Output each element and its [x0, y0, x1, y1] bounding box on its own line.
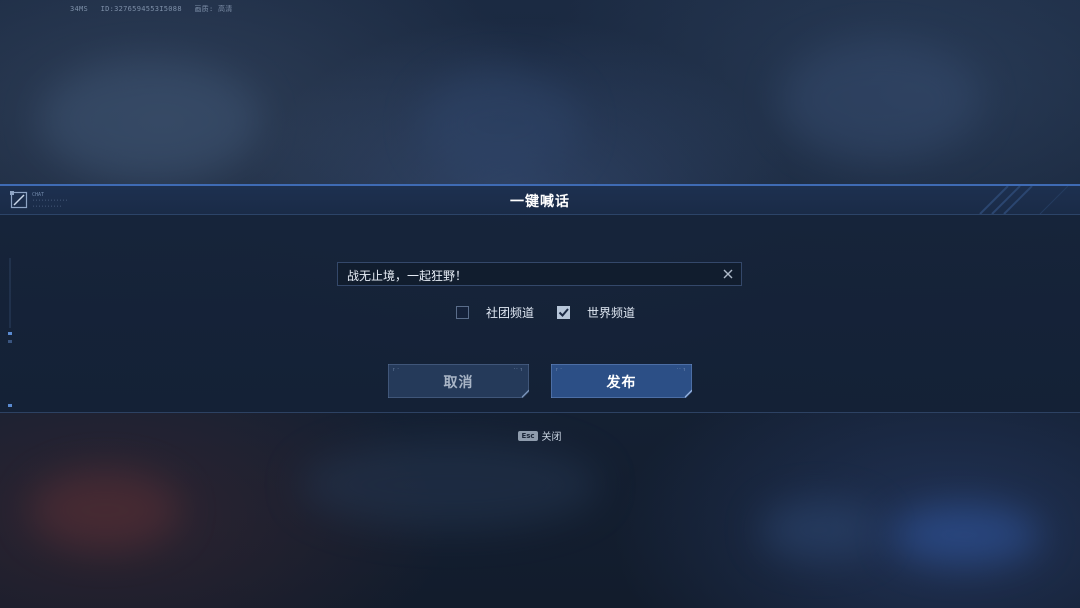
hud-status: 34MS ID:3276594553I5088 画质: 高清: [70, 4, 241, 14]
background-blur: [780, 40, 980, 160]
ping-readout: 34MS: [70, 5, 89, 13]
world-channel-label: 世界频道: [587, 305, 636, 320]
dialog-header: CHAT ············ ·········· 一键喊话: [0, 186, 1080, 215]
esc-close-label: 关闭: [541, 432, 562, 443]
club-channel-checkbox[interactable]: [456, 305, 469, 319]
background-blur: [890, 505, 1040, 565]
publish-button-corner-mark: ┌ ·: [555, 366, 563, 371]
message-input-value[interactable]: 战无止境，一起狂野！: [347, 267, 467, 284]
background-blur: [760, 500, 880, 560]
esc-key-badge: Esc: [518, 430, 538, 441]
club-channel-label: 社团频道: [486, 305, 535, 320]
message-input[interactable]: 战无止境，一起狂野！: [337, 262, 742, 286]
esc-close-hint[interactable]: Esc 关闭: [0, 428, 1080, 443]
user-id: ID:3276594553I5088: [100, 5, 182, 13]
club-channel-option[interactable]: 社团频道: [456, 304, 534, 320]
cancel-button-corner-mark: ·· ┐: [513, 366, 523, 371]
game-screen: 34MS ID:3276594553I5088 画质: 高清 CHAT ····…: [0, 0, 1080, 608]
dialog-title: 一键喊话: [510, 194, 570, 210]
background-blur: [40, 60, 260, 180]
publish-button[interactable]: ┌ · ·· ┐ 发布: [551, 364, 692, 398]
cancel-button[interactable]: ┌ · ·· ┐ 取消: [388, 364, 529, 398]
checkmark-icon: [558, 307, 569, 317]
publish-button-label: 发布: [606, 375, 637, 391]
cancel-button-label: 取消: [443, 375, 474, 391]
quality-readout: 画质: 高清: [194, 5, 233, 13]
background-blur: [420, 70, 580, 180]
shout-dialog: CHAT ············ ·········· 一键喊话 战无止境，一…: [0, 184, 1080, 413]
world-channel-option[interactable]: 世界频道: [557, 304, 635, 320]
header-decoration: [979, 186, 1069, 214]
side-decoration: [8, 258, 12, 407]
background-blur: [300, 440, 600, 530]
publish-button-corner-mark: ·· ┐: [676, 366, 686, 371]
close-icon[interactable]: [721, 267, 735, 281]
background-blur: [30, 470, 180, 550]
world-channel-checkbox[interactable]: [557, 305, 570, 319]
cancel-button-corner-mark: ┌ ·: [392, 366, 400, 371]
